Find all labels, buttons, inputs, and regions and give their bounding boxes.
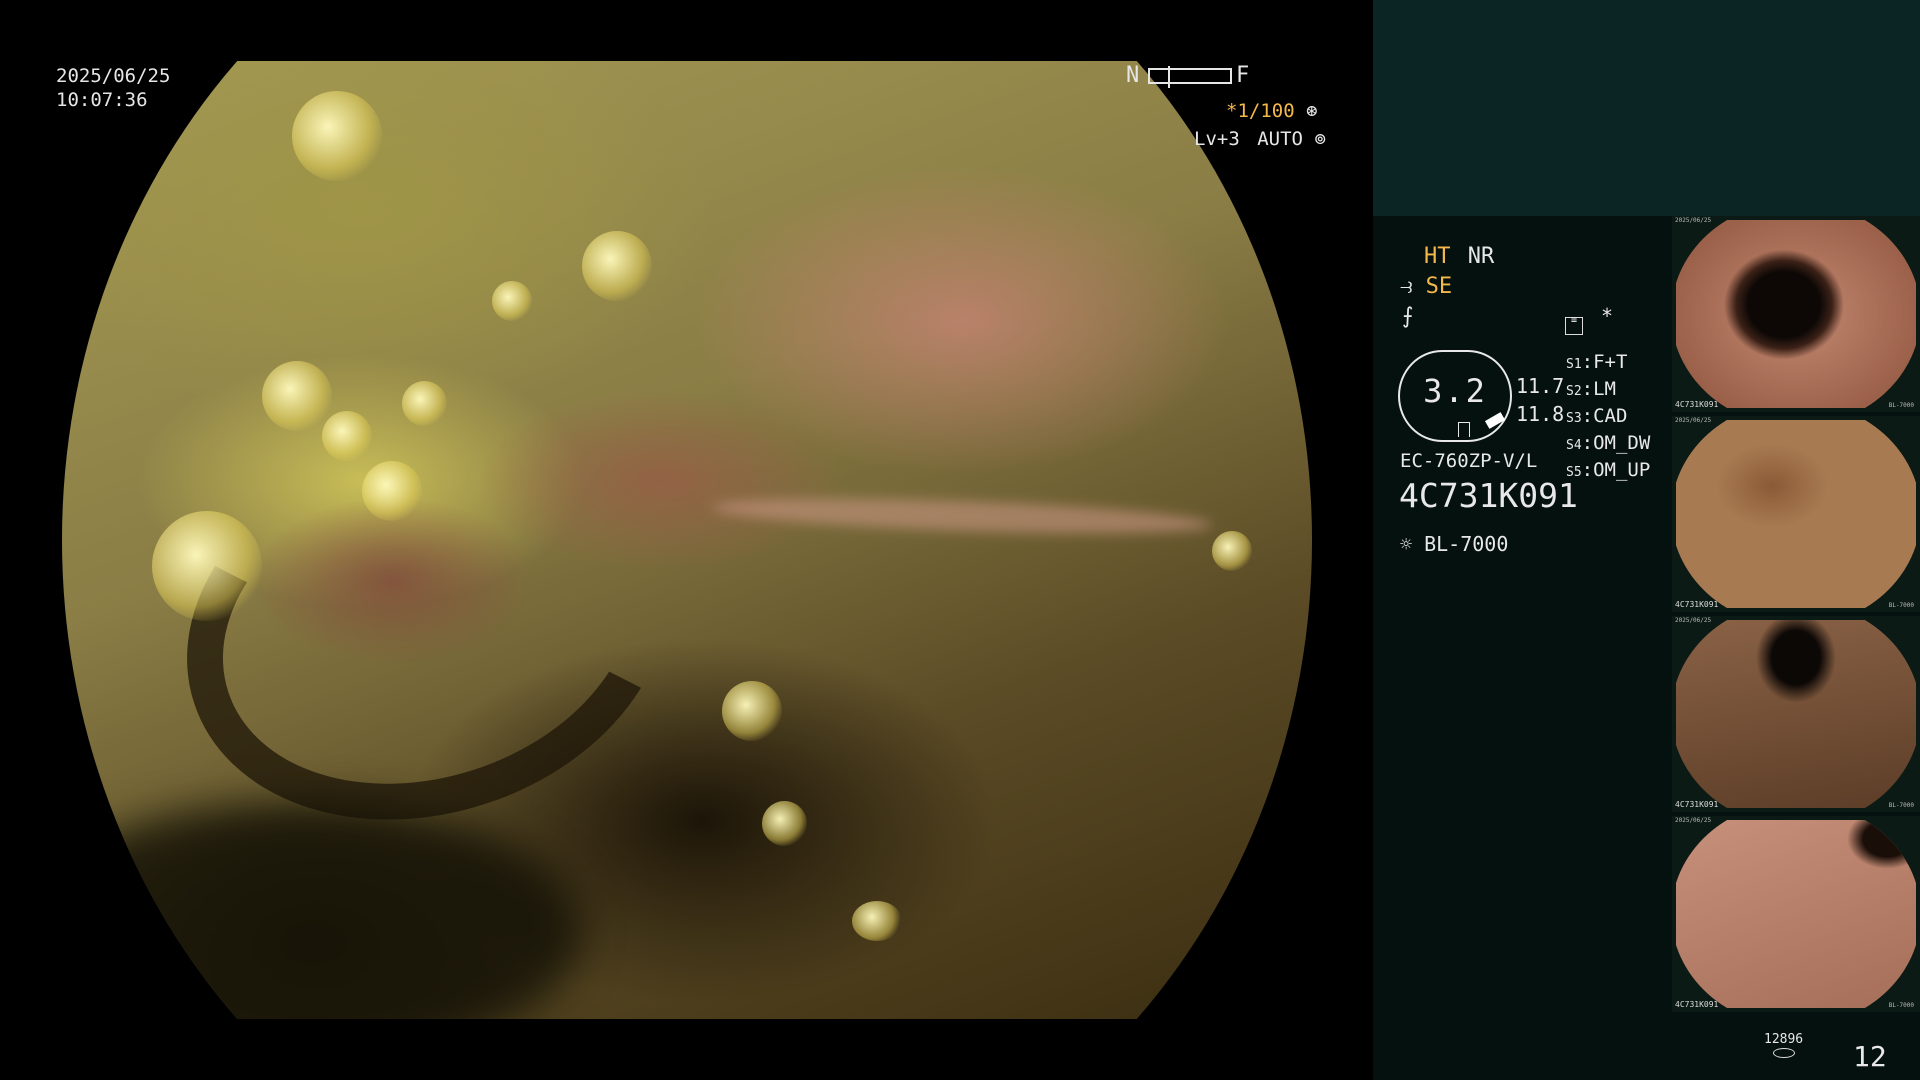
thumbnail-image bbox=[1676, 420, 1916, 608]
nr-indicator: NR bbox=[1467, 244, 1495, 269]
thumbnail-label: 4C731K091 bbox=[1675, 400, 1719, 409]
bubble bbox=[492, 281, 532, 321]
thumbnail-image bbox=[1676, 820, 1916, 1008]
info-panel-header bbox=[1373, 0, 1920, 216]
bubble bbox=[852, 901, 902, 941]
shutter-icon: ⊛ bbox=[1306, 100, 1318, 122]
focus-near-label: N bbox=[1126, 63, 1140, 88]
value-b: 11.8 bbox=[1516, 402, 1565, 426]
se-indicator: SE bbox=[1425, 274, 1453, 299]
thumbnail-light: BL-7000 bbox=[1888, 1002, 1914, 1009]
focus-bar bbox=[1148, 66, 1232, 88]
bubble bbox=[262, 361, 332, 431]
thumbnail-date: 2025/06/25 bbox=[1675, 217, 1712, 224]
zoom-mark-icon bbox=[1458, 422, 1470, 437]
thumbnail-light: BL-7000 bbox=[1888, 602, 1914, 609]
switch-row: S4:OM_DW bbox=[1566, 432, 1651, 454]
bubble bbox=[152, 511, 262, 621]
memory-icon: ≡ bbox=[1565, 316, 1583, 335]
bubble bbox=[362, 461, 422, 521]
curve-icon: ⨍ bbox=[1402, 304, 1414, 329]
bubble bbox=[762, 801, 807, 846]
enhance-icon: ⥽ bbox=[1400, 274, 1413, 299]
bubble bbox=[1212, 531, 1252, 571]
focus-indicator: N bbox=[1126, 63, 1139, 88]
thumbnail-image bbox=[1676, 620, 1916, 808]
zoom-badge: 3.2 bbox=[1398, 350, 1512, 442]
thumbnail-label: 4C731K091 bbox=[1675, 1000, 1719, 1009]
switch-row: S2:LM bbox=[1566, 378, 1616, 400]
scope-model: EC-760ZP-V/L bbox=[1400, 450, 1538, 472]
thumbnail-date: 2025/06/25 bbox=[1675, 617, 1712, 624]
storage-icon bbox=[1772, 1048, 1795, 1058]
bubble bbox=[402, 381, 447, 426]
endoscope-video-view bbox=[62, 61, 1312, 1019]
bubble bbox=[322, 411, 372, 461]
thumbnail-date: 2025/06/25 bbox=[1675, 417, 1712, 424]
storage-indicator: 12896 bbox=[1764, 1032, 1803, 1058]
switch-row: S5:OM_UP bbox=[1566, 459, 1651, 481]
thumbnail-4[interactable]: 2025/06/25 4C731K091 BL-7000 bbox=[1672, 816, 1920, 1012]
iris-icon: ⊚ bbox=[1314, 128, 1326, 150]
thumbnail-light: BL-7000 bbox=[1888, 802, 1914, 809]
bubble bbox=[292, 91, 382, 181]
time-text: 10:07:36 bbox=[56, 89, 148, 111]
level-text: Lv+3 bbox=[1194, 128, 1240, 150]
bubble bbox=[582, 231, 652, 301]
zoom-value: 3.2 bbox=[1423, 372, 1487, 410]
asterisk-indicator: * bbox=[1601, 304, 1614, 328]
thumbnail-2[interactable]: 2025/06/25 4C731K091 BL-7000 bbox=[1672, 416, 1920, 612]
scope-serial: 4C731K091 bbox=[1399, 476, 1578, 515]
ht-indicator: HT bbox=[1424, 244, 1451, 269]
storage-count: 12896 bbox=[1764, 1032, 1804, 1047]
date-text: 2025/06/25 bbox=[56, 65, 171, 87]
timestamp: 2025/06/25 10:07:36 bbox=[56, 64, 170, 112]
light-source-icon: ☼ bbox=[1400, 532, 1413, 556]
light-source: BL-7000 bbox=[1424, 532, 1509, 556]
bubble bbox=[722, 681, 782, 741]
thumbnail-date: 2025/06/25 bbox=[1675, 817, 1712, 824]
value-a: 11.7 bbox=[1516, 374, 1565, 398]
mucosal-fold bbox=[136, 374, 720, 880]
switch-row: S1:F+T bbox=[1566, 351, 1628, 373]
lumen-shadow bbox=[62, 801, 582, 1019]
thumbnail-3[interactable]: 2025/06/25 4C731K091 BL-7000 bbox=[1672, 616, 1920, 812]
mucosa-highlight bbox=[711, 492, 1213, 540]
thumbnail-label: 4C731K091 bbox=[1675, 600, 1719, 609]
mode-text: AUTO bbox=[1257, 128, 1303, 150]
switch-row: S3:CAD bbox=[1566, 405, 1628, 427]
thumbnail-image bbox=[1676, 220, 1916, 408]
image-count: 12 bbox=[1853, 1040, 1887, 1073]
thumbnail-1[interactable]: 2025/06/25 4C731K091 BL-7000 bbox=[1672, 216, 1920, 412]
switch-list: S1:F+T S2:LM S3:CAD S4:OM_DW S5:OM_UP bbox=[1566, 350, 1650, 485]
thumbnail-label: 4C731K091 bbox=[1675, 800, 1719, 809]
shutter-speed: *1/100 bbox=[1226, 100, 1295, 122]
thumbnail-light: BL-7000 bbox=[1888, 402, 1914, 409]
focus-marker bbox=[1168, 66, 1170, 88]
focus-far-label: F bbox=[1236, 63, 1250, 88]
